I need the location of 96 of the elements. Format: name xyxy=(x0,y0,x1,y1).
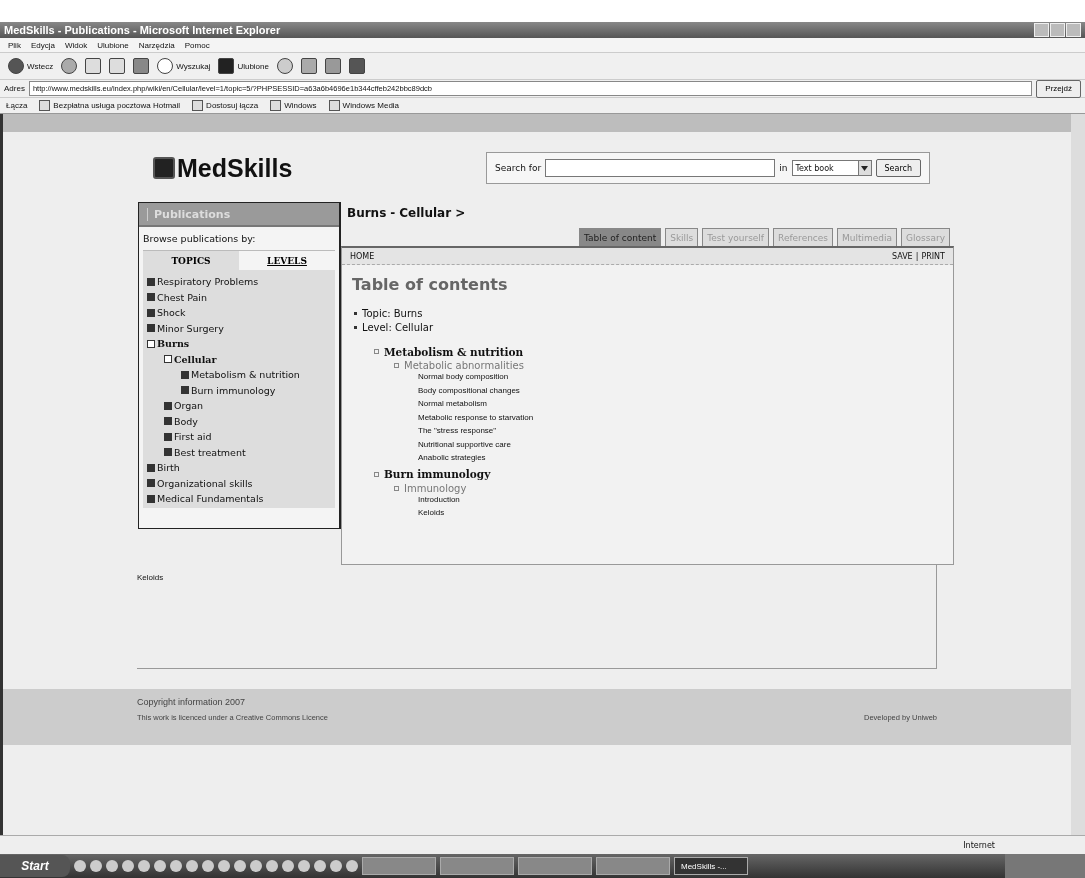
menu-item[interactable]: Edycja xyxy=(30,40,55,50)
tree-item[interactable]: Shock xyxy=(143,305,335,321)
print-link[interactable]: PRINT xyxy=(921,251,945,261)
save-link[interactable]: SAVE xyxy=(891,251,913,261)
tree-item[interactable]: Birth xyxy=(143,460,335,476)
window-title: MedSkills - Publications - Microsoft Internet Explorer xyxy=(4,24,281,36)
quick-launch-icon[interactable] xyxy=(314,860,326,872)
menu-item[interactable]: Pomoc xyxy=(184,40,210,50)
chapter-link[interactable]: Keloids xyxy=(418,508,445,517)
quick-launch-icon[interactable] xyxy=(346,860,358,872)
links-label: Łącza xyxy=(6,101,28,110)
tree-item[interactable]: Cellular xyxy=(143,351,335,367)
quick-launch-icon[interactable] xyxy=(282,860,294,872)
address-label: Adres xyxy=(4,84,25,93)
chapter-link[interactable]: Metabolic response to starvation xyxy=(418,412,534,422)
logo: MedSkills xyxy=(153,153,486,183)
quick-launch-icon[interactable] xyxy=(202,860,214,872)
tree-item[interactable]: Chest Pain xyxy=(143,289,335,305)
history-button[interactable] xyxy=(276,58,293,74)
menu-item[interactable]: Plik xyxy=(8,40,21,50)
quick-launch-icon[interactable] xyxy=(186,860,198,872)
tree-item[interactable]: Body xyxy=(143,413,335,429)
tree-item[interactable]: Burns xyxy=(143,336,335,352)
back-button[interactable]: Wstecz xyxy=(8,58,54,74)
fact-text: Topic: Burns xyxy=(362,307,423,319)
sidebar-title: Publications xyxy=(147,207,231,221)
scope-dropdown[interactable]: Text book xyxy=(791,160,872,176)
favorites-button[interactable]: Ulubione xyxy=(218,58,269,74)
browse-label: Browse publications by: xyxy=(142,232,257,246)
link-item[interactable]: Dostosuj łącza xyxy=(192,100,259,111)
tree-item[interactable]: Organizational skills xyxy=(143,475,335,491)
section-link[interactable]: Metabolism & nutrition xyxy=(384,345,524,358)
home-button[interactable] xyxy=(133,58,150,74)
toolbar-button[interactable] xyxy=(348,58,365,74)
quick-launch-icon[interactable] xyxy=(218,860,230,872)
sidebar-tab[interactable]: TOPICS xyxy=(143,250,239,270)
tree-item[interactable]: Burn immunology xyxy=(143,382,335,398)
quick-launch-icon[interactable] xyxy=(90,860,102,872)
taskbar-button[interactable]: MedSkills -... xyxy=(674,857,748,875)
breadcrumb-item[interactable]: Cellular xyxy=(399,206,452,220)
home-link[interactable]: HOME xyxy=(350,251,375,261)
quick-launch-icon[interactable] xyxy=(122,860,134,872)
breadcrumb-item: - xyxy=(390,206,396,220)
chapter-link[interactable]: Normal metabolism xyxy=(418,399,487,408)
refresh-button[interactable] xyxy=(109,58,126,74)
tree-item[interactable]: First aid xyxy=(143,429,335,445)
breadcrumb-item[interactable]: Burns xyxy=(347,206,387,220)
quick-launch-icon[interactable] xyxy=(170,860,182,872)
tree-item[interactable]: Medical Fundamentals xyxy=(143,491,335,507)
start-button[interactable]: Start xyxy=(0,855,70,877)
section-link[interactable]: Burn immunology xyxy=(384,468,491,480)
fact-text: Level: Cellular xyxy=(362,321,433,333)
tree-item[interactable]: Organ xyxy=(143,398,335,414)
zone-text: Internet xyxy=(963,840,995,850)
quick-launch-icon[interactable] xyxy=(154,860,166,872)
chapter-link[interactable]: The "stress response" xyxy=(418,426,497,435)
tree-item[interactable]: Minor Surgery xyxy=(143,320,335,336)
tree-item[interactable]: Best treatment xyxy=(143,444,335,460)
mail-button[interactable] xyxy=(300,58,317,74)
link-item[interactable]: Windows xyxy=(270,100,317,111)
stop-button[interactable] xyxy=(85,58,102,74)
tree-item[interactable]: Metabolism & nutrition xyxy=(143,367,335,383)
quick-launch-icon[interactable] xyxy=(106,860,118,872)
copyright-text: Copyright information 2007 xyxy=(137,697,246,707)
quick-launch-icon[interactable] xyxy=(266,860,278,872)
scope-label: in xyxy=(779,163,788,173)
chapter-link[interactable]: Introduction xyxy=(418,494,460,504)
chapter-link[interactable]: Nutritional supportive care xyxy=(418,439,511,449)
chapter-link[interactable]: Normal body composition xyxy=(418,372,509,381)
subsection-link[interactable]: Immunology xyxy=(404,482,467,494)
search-button[interactable]: Wyszukaj xyxy=(157,58,211,74)
quick-launch-icon[interactable] xyxy=(250,860,262,872)
separator: | xyxy=(915,251,919,261)
note-text: Keloids xyxy=(137,573,164,582)
link-item[interactable]: Windows Media xyxy=(328,100,400,111)
print-button[interactable] xyxy=(324,58,341,74)
search-button[interactable]: Search xyxy=(875,159,921,177)
menu-item[interactable]: Narzędzia xyxy=(138,40,175,50)
quick-launch-icon[interactable] xyxy=(330,860,342,872)
chapter-link[interactable]: Anabolic strategies xyxy=(418,453,486,462)
chapter-link[interactable]: Body compositional changes xyxy=(418,385,520,395)
breadcrumb-item: > xyxy=(455,206,466,220)
menu-item[interactable]: Widok xyxy=(64,40,88,50)
quick-launch-icon[interactable] xyxy=(234,860,246,872)
search-label: Search for xyxy=(495,163,542,173)
quick-launch-icon[interactable] xyxy=(298,860,310,872)
quick-launch-icon[interactable] xyxy=(74,860,86,872)
menu-item[interactable]: Ulubione xyxy=(97,40,129,50)
quick-launch-icon[interactable] xyxy=(138,860,150,872)
tree-item[interactable]: Respiratory Problems xyxy=(143,274,335,290)
page-heading: Table of contents xyxy=(351,274,509,296)
content-tab[interactable]: Table of content xyxy=(579,228,662,246)
link-item[interactable]: Bezpłatna usługa pocztowa Hotmail xyxy=(39,100,181,111)
caret-icon xyxy=(861,165,868,171)
forward-button[interactable] xyxy=(61,58,78,74)
subsection-link[interactable]: Metabolic abnormalities xyxy=(404,360,524,371)
